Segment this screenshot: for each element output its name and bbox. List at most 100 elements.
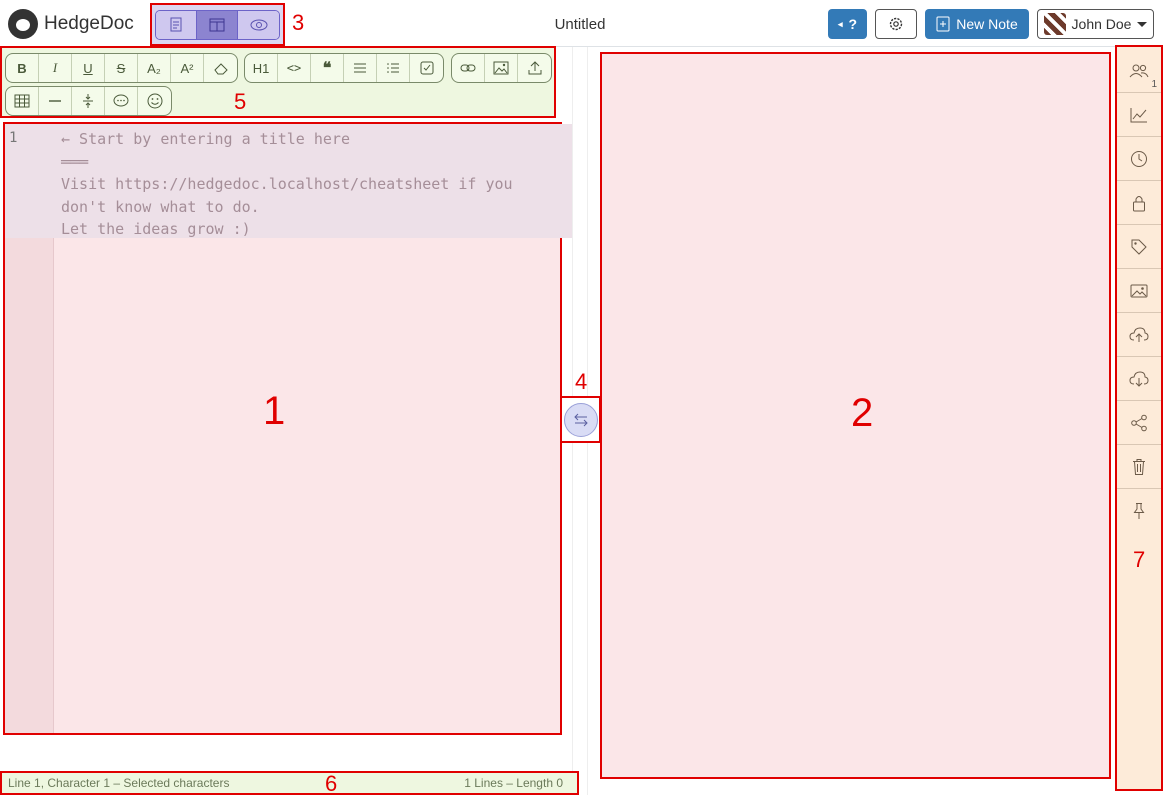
code-button[interactable]: <> xyxy=(278,54,311,82)
sidebar-item-permissions[interactable] xyxy=(1117,181,1161,225)
preview-only-button[interactable] xyxy=(238,10,279,39)
table-button[interactable] xyxy=(6,87,39,115)
split-view-button[interactable] xyxy=(197,10,238,39)
sidebar-item-statistics[interactable] xyxy=(1117,93,1161,137)
collapsible-block-button[interactable] xyxy=(72,87,105,115)
italic-button[interactable]: I xyxy=(39,54,72,82)
file-plus-icon xyxy=(936,16,950,32)
status-bar: Line 1, Character 1 – Selected character… xyxy=(0,771,579,796)
settings-button[interactable] xyxy=(875,9,917,39)
clock-icon xyxy=(1131,150,1147,167)
markdown-editor[interactable]: 1 ← Start by entering a title here ═══ V… xyxy=(3,122,573,735)
annotation-6: 6 xyxy=(325,771,338,796)
upload-icon xyxy=(528,61,541,75)
page-title: Untitled xyxy=(554,16,606,33)
cursor-position: Line 1, Character 1 – Selected character… xyxy=(8,776,230,790)
sidebar-item-delete[interactable] xyxy=(1117,445,1161,489)
link-icon xyxy=(460,64,476,72)
top-bar: HedgeDoc 3 Untitled ◂ ? New Note John Do… xyxy=(0,0,1163,47)
annotation-2: 2 xyxy=(851,391,874,435)
sidebar-item-share[interactable] xyxy=(1117,401,1161,445)
superscript-button[interactable]: A² xyxy=(171,54,204,82)
caret-down-icon xyxy=(1137,21,1148,27)
image-icon xyxy=(493,61,509,75)
help-button[interactable]: ◂ ? xyxy=(828,9,867,39)
eraser-icon xyxy=(213,63,228,75)
annotation-7: 7 xyxy=(1133,547,1146,572)
user-name: John Doe xyxy=(1071,16,1132,32)
annotation-4: 4 xyxy=(575,369,588,394)
sidebar-item-pin[interactable] xyxy=(1117,489,1161,533)
app-logo[interactable]: HedgeDoc xyxy=(8,9,134,39)
editor-placeholder: ← Start by entering a title here ═══ Vis… xyxy=(61,130,513,238)
comment-button[interactable] xyxy=(105,87,138,115)
avatar xyxy=(1043,13,1066,35)
sidebar-item-revisions[interactable] xyxy=(1117,137,1161,181)
sidebar-item-export[interactable] xyxy=(1117,357,1161,401)
subscript-button[interactable]: A₂ xyxy=(138,54,171,82)
line-number: 1 xyxy=(9,130,18,146)
strikethrough-button[interactable]: S xyxy=(105,54,138,82)
trash-icon xyxy=(1133,458,1145,475)
underline-button[interactable]: U xyxy=(72,54,105,82)
upload-button[interactable] xyxy=(518,54,551,82)
collapse-icon xyxy=(83,94,93,108)
annotation-1: 1 xyxy=(263,389,286,433)
caret-left-icon: ◂ xyxy=(837,18,843,29)
annotation-3: 3 xyxy=(292,10,305,35)
editor-pane: 1 ← Start by entering a title here ═══ V… xyxy=(0,118,573,770)
editor-only-button[interactable] xyxy=(156,10,197,39)
smiley-icon xyxy=(147,93,162,109)
quote-button[interactable]: ❝ xyxy=(311,54,344,82)
horizontal-line-icon xyxy=(49,100,61,102)
emoji-button[interactable] xyxy=(138,87,171,115)
pin-icon xyxy=(1133,503,1145,519)
share-icon xyxy=(1131,414,1147,431)
horizontal-line-button[interactable] xyxy=(39,87,72,115)
view-mode-switcher xyxy=(150,3,285,46)
link-button[interactable] xyxy=(452,54,485,82)
text-format-group: B I U S A₂ A² xyxy=(5,53,238,83)
sidebar-item-import[interactable] xyxy=(1117,313,1161,357)
gear-icon xyxy=(889,17,903,31)
arrows-swap-icon xyxy=(573,413,588,426)
split-view-icon xyxy=(209,18,225,31)
app-name: HedgeDoc xyxy=(44,13,134,34)
table-icon xyxy=(14,94,30,108)
eraser-button[interactable] xyxy=(204,54,237,82)
numbered-list-icon xyxy=(387,63,399,73)
sidebar-item-media[interactable] xyxy=(1117,269,1161,313)
eye-icon xyxy=(250,19,267,30)
online-count-badge: 1 xyxy=(1151,79,1157,90)
right-sidebar: 1 7 xyxy=(1115,45,1163,791)
formatting-toolbar: B I U S A₂ A² H1 <> ❝ 5 xyxy=(0,46,556,118)
document-icon xyxy=(170,17,182,32)
hedgehog-logo-icon xyxy=(8,9,38,39)
insert-group xyxy=(451,53,552,83)
sidebar-item-aliases[interactable] xyxy=(1117,225,1161,269)
cloud-download-icon xyxy=(1129,370,1149,387)
sync-scroll-toggle[interactable] xyxy=(560,396,601,443)
sidebar-item-users[interactable]: 1 xyxy=(1117,49,1161,93)
image-button[interactable] xyxy=(485,54,518,82)
list-icon xyxy=(354,63,366,73)
lock-icon xyxy=(1133,195,1145,211)
checkbox-icon xyxy=(420,61,433,75)
new-note-button[interactable]: New Note xyxy=(925,9,1029,39)
bold-button[interactable]: B xyxy=(6,54,39,82)
tags-icon xyxy=(1131,239,1147,255)
comment-icon xyxy=(113,94,129,107)
ordered-list-button[interactable] xyxy=(377,54,410,82)
unordered-list-button[interactable] xyxy=(344,54,377,82)
sync-scroll-button[interactable] xyxy=(563,402,598,437)
new-note-label: New Note xyxy=(956,16,1018,32)
chart-line-icon xyxy=(1130,107,1147,122)
heading-button[interactable]: H1 xyxy=(245,54,278,82)
user-menu-button[interactable]: John Doe xyxy=(1037,9,1154,39)
users-icon xyxy=(1129,64,1149,77)
help-label: ? xyxy=(848,16,858,32)
images-icon xyxy=(1130,284,1148,297)
preview-pane: 2 xyxy=(600,52,1111,779)
checklist-button[interactable] xyxy=(410,54,443,82)
annotation-5: 5 xyxy=(234,89,247,114)
